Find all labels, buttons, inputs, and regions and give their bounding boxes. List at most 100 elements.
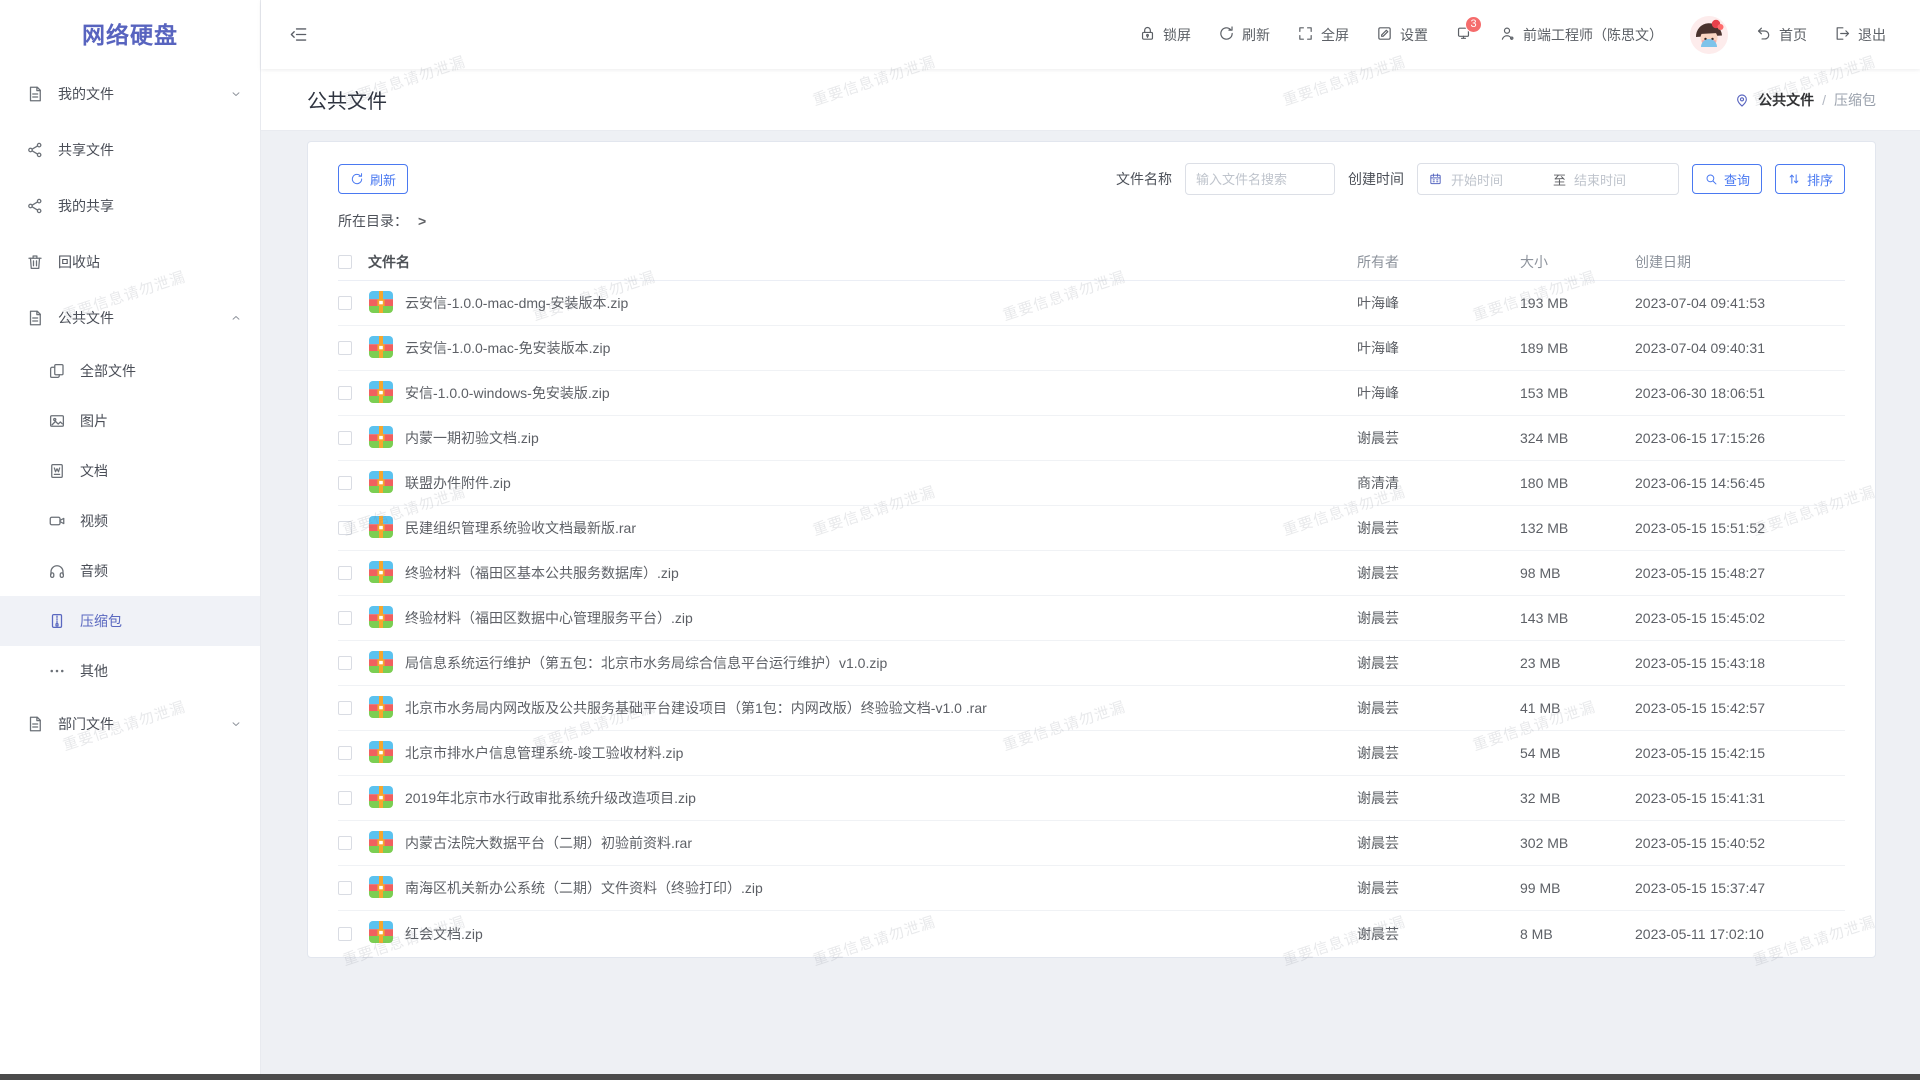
table-row[interactable]: 联盟办件附件.zip商清清180 MB2023-06-15 14:56:45 <box>338 461 1845 506</box>
row-checkbox[interactable] <box>338 431 352 445</box>
table-row[interactable]: 局信息系统运行维护（第五包：北京市水务局综合信息平台运行维护）v1.0.zip谢… <box>338 641 1845 686</box>
file-name[interactable]: 安信-1.0.0-windows-免安装版.zip <box>405 383 610 403</box>
row-checkbox[interactable] <box>338 881 352 895</box>
refresh-icon <box>350 172 364 186</box>
lock-screen-button[interactable]: 锁屏 <box>1139 25 1191 45</box>
file-name[interactable]: 民建组织管理系统验收文档最新版.rar <box>405 518 636 538</box>
table-row[interactable]: 安信-1.0.0-windows-免安装版.zip叶海峰153 MB2023-0… <box>338 371 1845 416</box>
sort-button[interactable]: 排序 <box>1775 164 1845 194</box>
settings-button[interactable]: 设置 <box>1376 25 1428 45</box>
row-checkbox[interactable] <box>338 521 352 535</box>
date-start-placeholder[interactable]: 开始时间 <box>1451 170 1545 189</box>
table-row[interactable]: 南海区机关新办公系统（二期）文件资料（终验打印）.zip谢晨芸99 MB2023… <box>338 866 1845 911</box>
sidebar-item-audio[interactable]: 音频 <box>0 546 260 596</box>
column-header-date: 创建日期 <box>1635 252 1845 272</box>
zip-file-icon <box>368 469 394 498</box>
file-name[interactable]: 终验材料（福田区数据中心管理服务平台）.zip <box>405 608 693 628</box>
file-name[interactable]: 终验材料（福田区基本公共服务数据库）.zip <box>405 563 679 583</box>
file-size: 32 MB <box>1520 790 1635 806</box>
file-name[interactable]: 内蒙一期初验文档.zip <box>405 428 539 448</box>
sidebar-item-shared-files[interactable]: 共享文件 <box>0 122 260 178</box>
filename-search-input[interactable] <box>1185 163 1335 195</box>
sidebar-item-others[interactable]: 其他 <box>0 646 260 696</box>
table-row[interactable]: 内蒙一期初验文档.zip谢晨芸324 MB2023-06-15 17:15:26 <box>338 416 1845 461</box>
column-header-owner: 所有者 <box>1357 252 1520 272</box>
bottom-bar <box>0 1074 1920 1080</box>
sidebar-item-videos[interactable]: 视频 <box>0 496 260 546</box>
home-button[interactable]: 首页 <box>1755 25 1807 45</box>
sidebar-item-all-files[interactable]: 全部文件 <box>0 346 260 396</box>
sidebar-item-public-files[interactable]: 公共文件 <box>0 290 260 346</box>
table-row[interactable]: 民建组织管理系统验收文档最新版.rar谢晨芸132 MB2023-05-15 1… <box>338 506 1845 551</box>
table-row[interactable]: 内蒙古法院大数据平台（二期）初验前资料.rar谢晨芸302 MB2023-05-… <box>338 821 1845 866</box>
row-checkbox[interactable] <box>338 656 352 670</box>
file-date: 2023-05-15 15:51:52 <box>1635 520 1845 536</box>
row-checkbox[interactable] <box>338 476 352 490</box>
row-checkbox[interactable] <box>338 386 352 400</box>
sidebar-item-documents[interactable]: 文档 <box>0 446 260 496</box>
file-name[interactable]: 红会文档.zip <box>405 924 483 944</box>
sidebar-item-images[interactable]: 图片 <box>0 396 260 446</box>
notifications-button[interactable]: 3 <box>1455 25 1472 45</box>
file-size: 23 MB <box>1520 655 1635 671</box>
table-row[interactable]: 终验材料（福田区数据中心管理服务平台）.zip谢晨芸143 MB2023-05-… <box>338 596 1845 641</box>
file-date: 2023-07-04 09:40:31 <box>1635 340 1845 356</box>
sidebar-item-my-files[interactable]: 我的文件 <box>0 66 260 122</box>
sidebar-fold-icon[interactable] <box>289 25 308 44</box>
breadcrumb-root[interactable]: 公共文件 <box>1758 90 1814 110</box>
edit-square-icon <box>1376 25 1393 45</box>
table-row[interactable]: 2019年北京市水行政审批系统升级改造项目.zip谢晨芸32 MB2023-05… <box>338 776 1845 821</box>
breadcrumb-separator: / <box>1822 92 1826 108</box>
row-checkbox[interactable] <box>338 701 352 715</box>
table-row[interactable]: 红会文档.zip谢晨芸8 MB2023-05-11 17:02:10 <box>338 911 1845 956</box>
file-name[interactable]: 云安信-1.0.0-mac-dmg-安装版本.zip <box>405 293 628 313</box>
file-name[interactable]: 2019年北京市水行政审批系统升级改造项目.zip <box>405 788 696 808</box>
table-row[interactable]: 云安信-1.0.0-mac-免安装版本.zip叶海峰189 MB2023-07-… <box>338 326 1845 371</box>
query-button[interactable]: 查询 <box>1692 164 1762 194</box>
file-date: 2023-05-11 17:02:10 <box>1635 926 1845 942</box>
row-checkbox[interactable] <box>338 836 352 850</box>
row-checkbox[interactable] <box>338 746 352 760</box>
file-date: 2023-05-15 15:45:02 <box>1635 610 1845 626</box>
row-checkbox[interactable] <box>338 611 352 625</box>
refresh-button[interactable]: 刷新 <box>1218 25 1270 45</box>
sidebar-item-department-files[interactable]: 部门文件 <box>0 696 260 752</box>
file-size: 193 MB <box>1520 295 1635 311</box>
file-name[interactable]: 北京市排水户信息管理系统-竣工验收材料.zip <box>405 743 683 763</box>
file-name[interactable]: 局信息系统运行维护（第五包：北京市水务局综合信息平台运行维护）v1.0.zip <box>405 653 887 673</box>
topbar-actions: 锁屏 刷新 全屏 设置 3 前端工程师（陈思文） 首页 退出 <box>1139 16 1886 54</box>
logout-button[interactable]: 退出 <box>1834 25 1886 45</box>
table-row[interactable]: 云安信-1.0.0-mac-dmg-安装版本.zip叶海峰193 MB2023-… <box>338 281 1845 326</box>
zip-file-icon <box>368 649 394 678</box>
fullscreen-button[interactable]: 全屏 <box>1297 25 1349 45</box>
table-row[interactable]: 终验材料（福田区基本公共服务数据库）.zip谢晨芸98 MB2023-05-15… <box>338 551 1845 596</box>
file-owner: 谢晨芸 <box>1357 698 1520 718</box>
directory-label: 所在目录： <box>338 211 408 231</box>
user-avatar[interactable] <box>1690 16 1728 54</box>
row-checkbox[interactable] <box>338 791 352 805</box>
row-checkbox[interactable] <box>338 341 352 355</box>
row-checkbox[interactable] <box>338 566 352 580</box>
date-end-placeholder[interactable]: 结束时间 <box>1574 170 1668 189</box>
breadcrumb-current: 压缩包 <box>1834 90 1876 110</box>
file-name[interactable]: 联盟办件附件.zip <box>405 473 511 493</box>
file-name-cell: 云安信-1.0.0-mac-dmg-安装版本.zip <box>368 289 1357 318</box>
user-menu[interactable]: 前端工程师（陈思文） <box>1499 25 1663 45</box>
refresh-button[interactable]: 刷新 <box>338 164 408 194</box>
file-name-cell: 南海区机关新办公系统（二期）文件资料（终验打印）.zip <box>368 874 1357 903</box>
sidebar-item-recycle-bin[interactable]: 回收站 <box>0 234 260 290</box>
row-checkbox[interactable] <box>338 927 352 941</box>
row-checkbox[interactable] <box>338 296 352 310</box>
sidebar-item-my-shares[interactable]: 我的共享 <box>0 178 260 234</box>
file-date: 2023-06-30 18:06:51 <box>1635 385 1845 401</box>
file-name[interactable]: 北京市水务局内网改版及公共服务基础平台建设项目（第1包：内网改版）终验验文档-v… <box>405 698 987 718</box>
select-all-checkbox[interactable] <box>338 255 352 269</box>
table-row[interactable]: 北京市水务局内网改版及公共服务基础平台建设项目（第1包：内网改版）终验验文档-v… <box>338 686 1845 731</box>
file-name[interactable]: 云安信-1.0.0-mac-免安装版本.zip <box>405 338 610 358</box>
file-name[interactable]: 南海区机关新办公系统（二期）文件资料（终验打印）.zip <box>405 878 763 898</box>
file-name[interactable]: 内蒙古法院大数据平台（二期）初验前资料.rar <box>405 833 692 853</box>
file-list-card: 刷新 文件名称 创建时间 开始时间 至 结束时间 <box>307 141 1876 958</box>
sidebar-item-archives[interactable]: 压缩包 <box>0 596 260 646</box>
date-range-picker[interactable]: 开始时间 至 结束时间 <box>1417 163 1679 195</box>
table-row[interactable]: 北京市排水户信息管理系统-竣工验收材料.zip谢晨芸54 MB2023-05-1… <box>338 731 1845 776</box>
